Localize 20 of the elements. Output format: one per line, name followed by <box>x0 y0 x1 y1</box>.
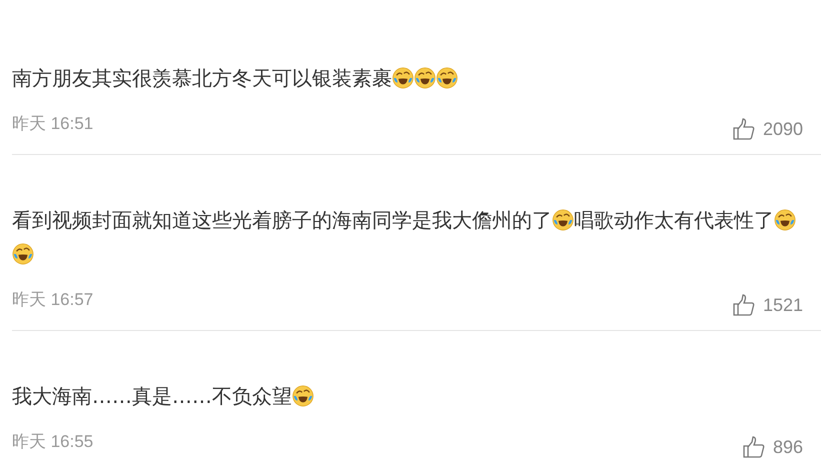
laughing-emoji-icon <box>392 67 414 89</box>
laughing-emoji-icon <box>414 67 436 89</box>
comment-time: 昨天 16:57 <box>12 290 94 310</box>
like-count: 896 <box>772 436 803 458</box>
laughing-emoji-icon <box>552 209 574 231</box>
laughing-emoji-icon <box>774 209 796 231</box>
comment-text: 南方朋友其实很羡慕北方冬天可以银装素裹 <box>12 66 392 90</box>
thumbs-up-icon[interactable] <box>732 118 755 140</box>
comment-time: 昨天 16:51 <box>12 114 94 134</box>
laughing-emoji-icon <box>292 385 314 407</box>
comment-time: 昨天 16:55 <box>12 432 94 452</box>
thumbs-up-icon[interactable] <box>742 436 765 458</box>
comment-text: 我大海南……真是……不负众望 <box>12 384 292 408</box>
laughing-emoji-icon <box>12 243 34 265</box>
like-count: 1521 <box>762 294 803 316</box>
like-count: 2090 <box>762 118 803 140</box>
laughing-emoji-icon <box>436 67 458 89</box>
thumbs-up-icon[interactable] <box>732 294 755 316</box>
comment-text: 看到视频封面就知道这些光着膀子的海南同学是我大儋州的了 <box>12 208 552 232</box>
comment-text: 唱歌动作太有代表性了 <box>574 208 774 232</box>
